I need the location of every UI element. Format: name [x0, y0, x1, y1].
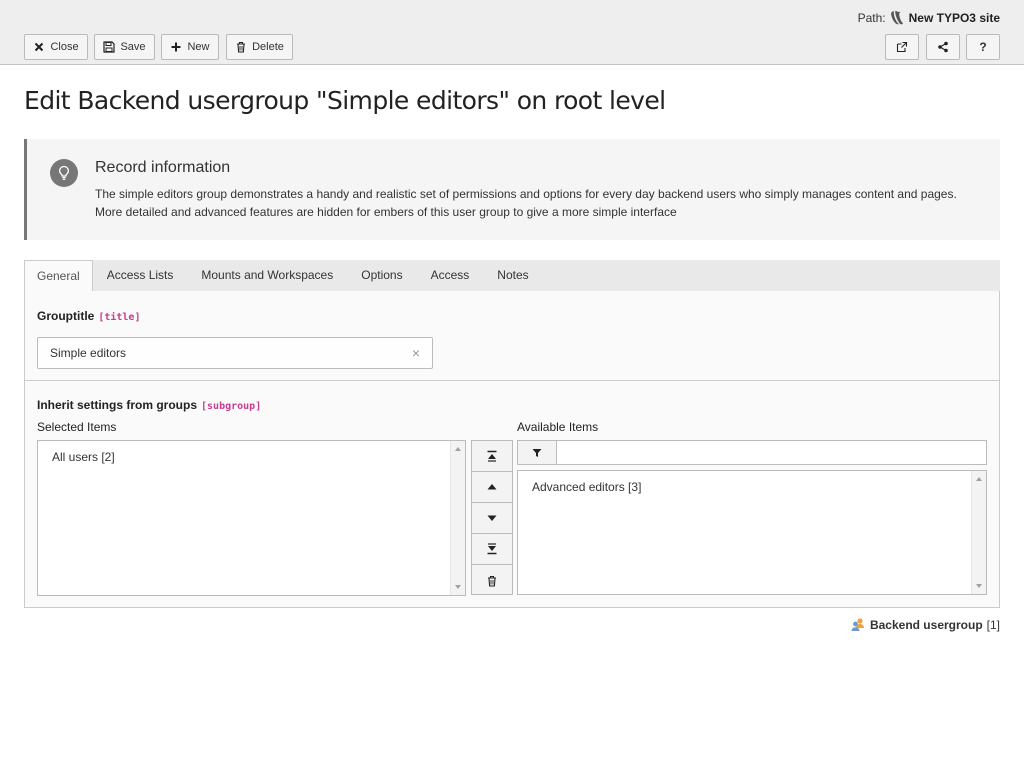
- doc-header: Path: New TYPO3 site Close Save New Dele…: [0, 0, 1024, 65]
- available-items-label: Available Items: [517, 420, 599, 434]
- tab-access[interactable]: Access: [417, 260, 484, 292]
- grouptitle-value: Simple editors: [50, 346, 127, 360]
- filter-button[interactable]: [518, 441, 557, 464]
- share-icon: [938, 41, 948, 53]
- filter-icon: [532, 448, 542, 457]
- external-link-icon: [896, 41, 908, 53]
- lightbulb-icon: [50, 159, 78, 187]
- available-items-list[interactable]: Advanced editors [3]: [517, 470, 987, 595]
- site-name[interactable]: New TYPO3 site: [909, 11, 1000, 25]
- subgroup-field-name: [subgroup]: [201, 401, 262, 412]
- scrollbar[interactable]: [971, 471, 986, 594]
- record-uid: [1]: [986, 618, 1000, 632]
- list-item[interactable]: Advanced editors [3]: [532, 480, 641, 494]
- selected-items-list[interactable]: All users [2]: [37, 440, 466, 596]
- help-button[interactable]: ?: [966, 34, 1000, 60]
- callout-title: Record information: [95, 159, 231, 176]
- grouptitle-field-name: [title]: [98, 312, 141, 323]
- new-button[interactable]: New: [161, 34, 219, 60]
- move-bottom-button[interactable]: [472, 534, 512, 565]
- trash-icon: [237, 41, 246, 53]
- move-up-button[interactable]: [472, 472, 512, 503]
- clear-icon[interactable]: ×: [412, 345, 420, 361]
- view-page-button[interactable]: [885, 34, 919, 60]
- path-label: Path:: [857, 10, 886, 25]
- scrollbar[interactable]: [450, 441, 465, 595]
- caret-up-icon: [487, 484, 497, 490]
- remove-item-button[interactable]: [472, 565, 512, 596]
- plus-icon: [171, 42, 181, 52]
- save-button[interactable]: Save: [94, 34, 155, 60]
- filter-input[interactable]: [558, 441, 986, 464]
- list-controls: [471, 440, 513, 595]
- callout-text: The simple editors group demonstrates a …: [95, 187, 957, 219]
- tab-general[interactable]: General: [24, 260, 93, 292]
- grouptitle-label: Grouptitle [title]: [37, 309, 141, 323]
- arrow-to-top-icon: [487, 450, 497, 462]
- divider: [25, 380, 999, 381]
- form-panel: Grouptitle [title] Simple editors × Inher…: [24, 291, 1000, 608]
- close-icon: [35, 42, 44, 52]
- save-icon: [103, 41, 116, 53]
- tab-options[interactable]: Options: [347, 260, 416, 292]
- tab-access-lists[interactable]: Access Lists: [93, 260, 188, 292]
- move-down-button[interactable]: [472, 503, 512, 534]
- available-items-filter: [517, 440, 987, 465]
- close-button[interactable]: Close: [24, 34, 88, 60]
- record-info-callout: Record information The simple editors gr…: [24, 139, 1000, 240]
- move-top-button[interactable]: [472, 441, 512, 472]
- subgroup-label: Inherit settings from groups [subgroup]: [37, 398, 262, 412]
- grouptitle-input[interactable]: Simple editors ×: [37, 337, 433, 369]
- tab-bar: General Access Lists Mounts and Workspac…: [24, 260, 1000, 292]
- tab-mounts-workspaces[interactable]: Mounts and Workspaces: [187, 260, 347, 292]
- usergroup-icon: [851, 618, 864, 631]
- page-title: Edit Backend usergroup "Simple editors" …: [24, 86, 666, 115]
- caret-down-icon: [487, 515, 497, 521]
- record-type: Backend usergroup: [869, 618, 983, 632]
- arrow-to-bottom-icon: [487, 543, 497, 555]
- tab-notes[interactable]: Notes: [483, 260, 542, 292]
- delete-button[interactable]: Delete: [226, 34, 293, 60]
- list-item[interactable]: All users [2]: [52, 450, 115, 464]
- trash-icon: [488, 575, 496, 587]
- breadcrumb: Path: New TYPO3 site: [858, 9, 1000, 26]
- share-button[interactable]: [926, 34, 960, 60]
- record-footer: Backend usergroup [1]: [850, 617, 1000, 633]
- selected-items-label: Selected Items: [37, 420, 117, 434]
- typo3-logo-icon: [890, 10, 903, 25]
